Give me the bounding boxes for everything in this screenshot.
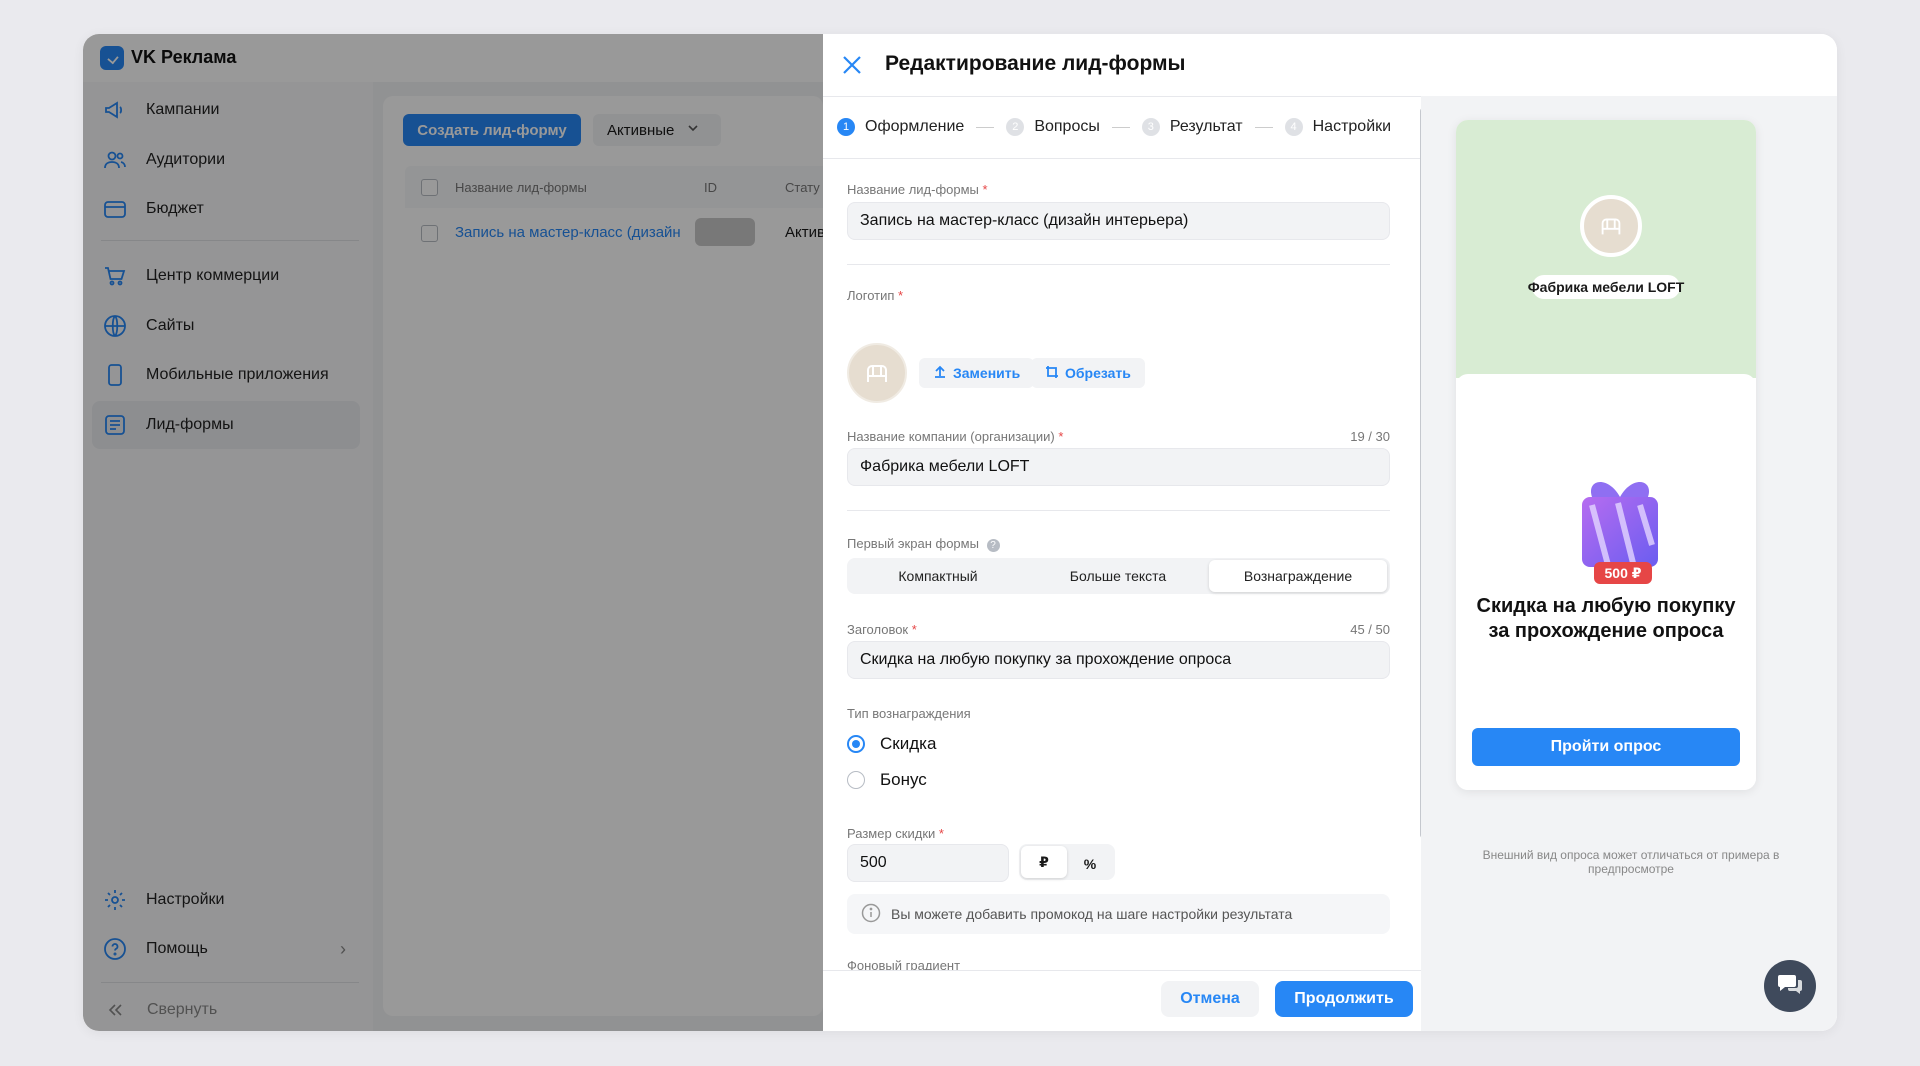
reward-bonus-label[interactable]: Бонус	[880, 770, 927, 790]
label-text: Логотип	[847, 288, 895, 303]
form-name-label: Название лид-формы *	[847, 182, 988, 197]
preview-reward-badge: 500 ₽	[1594, 562, 1652, 584]
step-design[interactable]: 1 Оформление	[837, 118, 964, 136]
preview-body: 500 ₽ Скидка на любую покупку за прохожд…	[1456, 374, 1756, 790]
step-number: 1	[837, 118, 855, 136]
edit-lead-form-modal: Редактирование лид-формы 1 Оформление 2 …	[823, 34, 1837, 1031]
required-mark: *	[982, 182, 988, 197]
segment-more-text[interactable]: Больше текста	[1029, 560, 1207, 592]
close-icon[interactable]	[841, 54, 863, 76]
step-label: Вопросы	[1034, 118, 1100, 135]
first-screen-segmented-control: Компактный Больше текста Вознаграждение	[847, 558, 1390, 594]
modal-overlay[interactable]	[83, 34, 823, 1031]
step-label: Результат	[1169, 118, 1243, 135]
step-divider	[1111, 126, 1130, 128]
currency-percent-option[interactable]: %	[1067, 846, 1113, 882]
required-mark: *	[898, 288, 904, 303]
app-window: VK Реклама Кампании Аудитории Бюджет Цен…	[83, 34, 1837, 1031]
segment-compact[interactable]: Компактный	[849, 560, 1027, 592]
preview-title: Скидка на любую покупку за прохождение о…	[1476, 595, 1736, 642]
currency-rub-option[interactable]: ₽	[1021, 846, 1067, 878]
step-number: 4	[1284, 118, 1303, 136]
heading-label: Заголовок *	[847, 622, 917, 637]
heading-counter: 45 / 50	[1350, 622, 1390, 637]
company-logo	[847, 343, 907, 403]
modal-header: Редактирование лид-формы	[823, 34, 1837, 97]
segment-reward[interactable]: Вознаграждение	[1209, 560, 1387, 592]
label-text: Первый экран формы	[847, 536, 979, 551]
reward-bonus-radio[interactable]	[847, 771, 865, 789]
preview-company-name: Фабрика мебели LOFT	[1528, 275, 1684, 299]
first-screen-label: Первый экран формы ?	[847, 536, 1000, 552]
required-mark: *	[1058, 429, 1064, 444]
reward-discount-radio[interactable]	[847, 735, 865, 753]
company-name-counter: 19 / 30	[1350, 429, 1390, 444]
preview-panel: Фабрика мебели LOFT 500 ₽ Скидка на любу…	[1421, 96, 1837, 1031]
divider	[847, 264, 1390, 265]
step-divider	[976, 126, 995, 128]
step-number: 3	[1141, 118, 1160, 136]
company-name-input[interactable]: Фабрика мебели LOFT	[847, 448, 1390, 486]
required-mark: *	[911, 622, 917, 637]
discount-size-label: Размер скидки *	[847, 826, 944, 841]
required-mark: *	[938, 826, 944, 841]
label-text: Заголовок	[847, 622, 909, 637]
preview-logo	[1580, 195, 1642, 257]
preview-phone: Фабрика мебели LOFT 500 ₽ Скидка на любу…	[1456, 120, 1756, 790]
step-result[interactable]: 3 Результат	[1141, 118, 1243, 136]
company-name-label: Название компании (организации) *	[847, 429, 1063, 444]
chat-bubble-icon	[1777, 972, 1803, 1001]
reward-discount-label[interactable]: Скидка	[880, 734, 936, 754]
step-divider	[1254, 126, 1273, 128]
gift-icon	[1578, 475, 1662, 575]
promo-info-banner: Вы можете добавить промокод на шаге наст…	[847, 894, 1390, 934]
help-tooltip-icon[interactable]: ?	[986, 539, 1000, 552]
preview-disclaimer: Внешний вид опроса может отличаться от п…	[1482, 848, 1780, 876]
label-text: Название лид-формы	[847, 182, 979, 197]
steps-bar: 1 Оформление 2 Вопросы 3 Результат 4 Нас…	[823, 96, 1421, 159]
step-number: 2	[1006, 118, 1025, 136]
background-app: VK Реклама Кампании Аудитории Бюджет Цен…	[83, 34, 825, 1031]
label-text: Название компании (организации)	[847, 429, 1055, 444]
replace-logo-button[interactable]: Заменить	[919, 358, 1035, 388]
crop-logo-button[interactable]: Обрезать	[1031, 358, 1145, 388]
preview-header-background: Фабрика мебели LOFT	[1456, 120, 1756, 378]
divider	[847, 510, 1390, 511]
button-label: Заменить	[953, 365, 1021, 381]
upload-icon	[933, 365, 947, 382]
label-text: Размер скидки	[847, 826, 936, 841]
step-label: Настройки	[1312, 118, 1392, 135]
modal-title: Редактирование лид-формы	[885, 52, 1186, 75]
heading-input[interactable]: Скидка на любую покупку за прохождение о…	[847, 641, 1390, 679]
reward-type-label: Тип вознаграждения	[847, 706, 971, 721]
form-name-input[interactable]: Запись на мастер-класс (дизайн интерьера…	[847, 202, 1390, 240]
preview-start-survey-button: Пройти опрос	[1472, 728, 1740, 766]
crop-icon	[1045, 365, 1059, 382]
step-questions[interactable]: 2 Вопросы	[1006, 118, 1100, 136]
chat-support-button[interactable]	[1764, 960, 1816, 1012]
step-settings[interactable]: 4 Настройки	[1284, 118, 1392, 136]
info-icon	[861, 903, 881, 926]
step-label: Оформление	[865, 118, 965, 135]
info-text: Вы можете добавить промокод на шаге наст…	[891, 906, 1293, 922]
cancel-button[interactable]: Отмена	[1161, 981, 1259, 1017]
logo-label: Логотип *	[847, 288, 903, 303]
continue-button[interactable]: Продолжить	[1275, 981, 1413, 1017]
discount-size-input[interactable]: 500	[847, 844, 1009, 882]
button-label: Обрезать	[1065, 365, 1131, 381]
